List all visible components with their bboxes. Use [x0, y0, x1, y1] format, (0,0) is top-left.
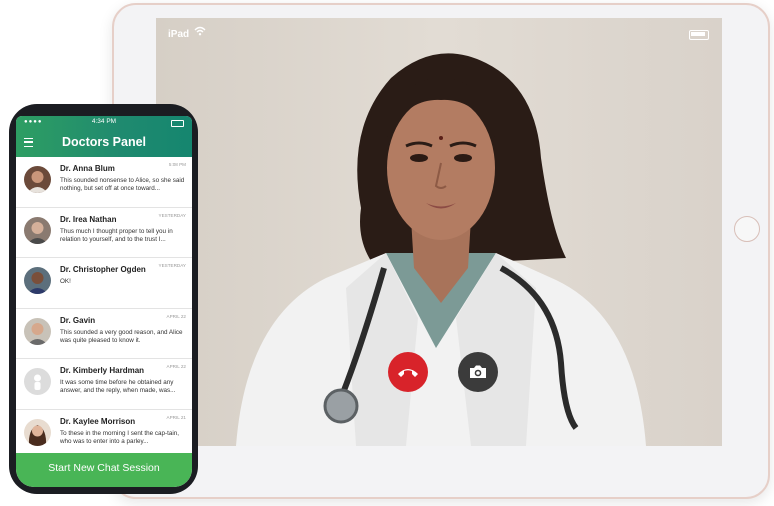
- chat-list-item[interactable]: Dr. Anna Blum 5:08 PM This sounded nonse…: [16, 157, 192, 208]
- switch-camera-button[interactable]: [458, 352, 498, 392]
- avatar-placeholder: [24, 368, 51, 395]
- chat-list-item[interactable]: Dr. Kimberly Hardman April 22 It was som…: [16, 359, 192, 410]
- ipad-home-button[interactable]: [734, 216, 760, 242]
- chat-name: Dr. Kimberly Hardman: [60, 366, 145, 375]
- chat-time: April 22: [166, 313, 187, 319]
- status-time: 4:34 PM: [91, 118, 117, 125]
- chat-preview: This sounded a very good reason, and Ali…: [60, 328, 183, 344]
- chat-preview: To these in the morning I sent the cap-t…: [60, 429, 180, 445]
- chat-time: Yesterday: [158, 212, 186, 218]
- doctor-video-feed: [156, 18, 722, 446]
- camera-icon: [470, 365, 486, 378]
- app-header: ●●●● 4:34 PM Doctors Panel: [16, 116, 192, 157]
- chat-list-item[interactable]: Dr. Gavin April 22 This sounded a very g…: [16, 309, 192, 359]
- carrier-label: iPad: [168, 29, 190, 40]
- chat-preview: It was some time before he obtained any …: [60, 379, 176, 395]
- chat-time: 5:08 PM: [168, 162, 186, 167]
- end-call-button[interactable]: [388, 352, 428, 392]
- video-call-screen: iPad: [156, 18, 722, 446]
- chat-list-item[interactable]: Dr. Irea Nathan Yesterday Thus much I th…: [16, 208, 192, 258]
- chat-preview: This sounded nonsense to Alice, so she s…: [60, 177, 185, 193]
- chat-name: Dr. Anna Blum: [60, 164, 115, 173]
- avatar: [24, 267, 51, 294]
- chat-list: Dr. Anna Blum 5:08 PM This sounded nonse…: [16, 157, 192, 460]
- avatar: [24, 166, 51, 193]
- chat-preview: OK!: [60, 278, 71, 285]
- wifi-icon: [194, 26, 206, 39]
- doctors-panel-screen: ●●●● 4:34 PM Doctors Panel Dr. Anna Blum…: [16, 116, 192, 487]
- avatar: [24, 216, 51, 244]
- start-new-chat-button[interactable]: Start New Chat Session: [16, 453, 192, 487]
- chat-name: Dr. Kaylee Morrison: [60, 416, 136, 426]
- phone-hangup-icon: [398, 369, 418, 377]
- chat-time: Yesterday: [158, 263, 186, 268]
- chat-name: Dr. Irea Nathan: [60, 214, 117, 224]
- chat-list-item[interactable]: Dr. Christopher Ogden Yesterday OK!: [16, 258, 192, 309]
- chat-preview: Thus much I thought proper to tell you i…: [60, 227, 173, 243]
- chat-name: Dr. Christopher Ogden: [60, 265, 146, 274]
- battery-icon: [171, 120, 184, 127]
- chat-name: Dr. Gavin: [60, 315, 96, 325]
- battery-icon: [689, 30, 709, 40]
- avatar: [24, 317, 51, 345]
- chat-time: April 21: [166, 414, 187, 420]
- page-title: Doctors Panel: [61, 135, 147, 149]
- chat-time: April 22: [166, 364, 187, 369]
- avatar: [24, 418, 51, 446]
- ipad-status-bar: iPad: [156, 18, 722, 40]
